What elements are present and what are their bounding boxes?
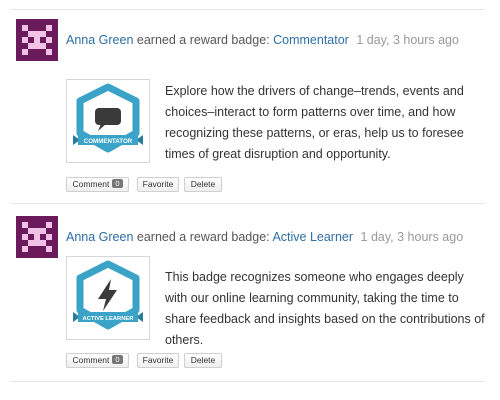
comment-count: 0: [112, 355, 123, 364]
lightning-bolt-icon: ACTIVE LEARNER: [73, 260, 143, 330]
timestamp: 1 day, 3 hours ago: [356, 33, 459, 47]
comment-label: Comment: [72, 179, 110, 189]
comment-button[interactable]: Comment 0: [66, 177, 129, 192]
action-text: earned a reward badge:: [136, 230, 270, 244]
avatar[interactable]: [16, 216, 58, 258]
badge-description: Explore how the drivers of change–trends…: [165, 84, 464, 161]
badge-ribbon-text: COMMENTATOR: [84, 138, 133, 145]
feed-item-header: Anna Green earned a reward badge: Commen…: [66, 33, 459, 47]
favorite-button[interactable]: Favorite: [137, 353, 179, 368]
badge-ribbon-text: ACTIVE LEARNER: [83, 316, 135, 322]
delete-button[interactable]: Delete: [184, 177, 222, 192]
badge-card[interactable]: ACTIVE LEARNER: [66, 256, 150, 340]
user-link[interactable]: Anna Green: [66, 230, 133, 244]
comment-count: 0: [112, 179, 123, 188]
speech-bubble-icon: COMMENTATOR: [73, 83, 143, 153]
timestamp: 1 day, 3 hours ago: [360, 230, 464, 244]
avatar[interactable]: [16, 19, 58, 61]
delete-button[interactable]: Delete: [184, 353, 222, 368]
badge-link[interactable]: Active Learner: [272, 230, 353, 244]
comment-label: Comment: [72, 355, 110, 365]
badge-description: This badge recognizes someone who engage…: [165, 270, 485, 347]
feed-divider: [10, 203, 485, 204]
feed-item-header: Anna Green earned a reward badge: Active…: [66, 230, 463, 244]
action-text: earned a reward badge:: [136, 33, 270, 47]
comment-button[interactable]: Comment 0: [66, 353, 129, 368]
badge-link[interactable]: Commentator: [273, 33, 349, 47]
badge-card[interactable]: COMMENTATOR: [66, 79, 150, 163]
feed-divider: [10, 381, 485, 382]
favorite-button[interactable]: Favorite: [137, 177, 179, 192]
user-link[interactable]: Anna Green: [66, 33, 133, 47]
feed-divider-top: [10, 9, 485, 10]
